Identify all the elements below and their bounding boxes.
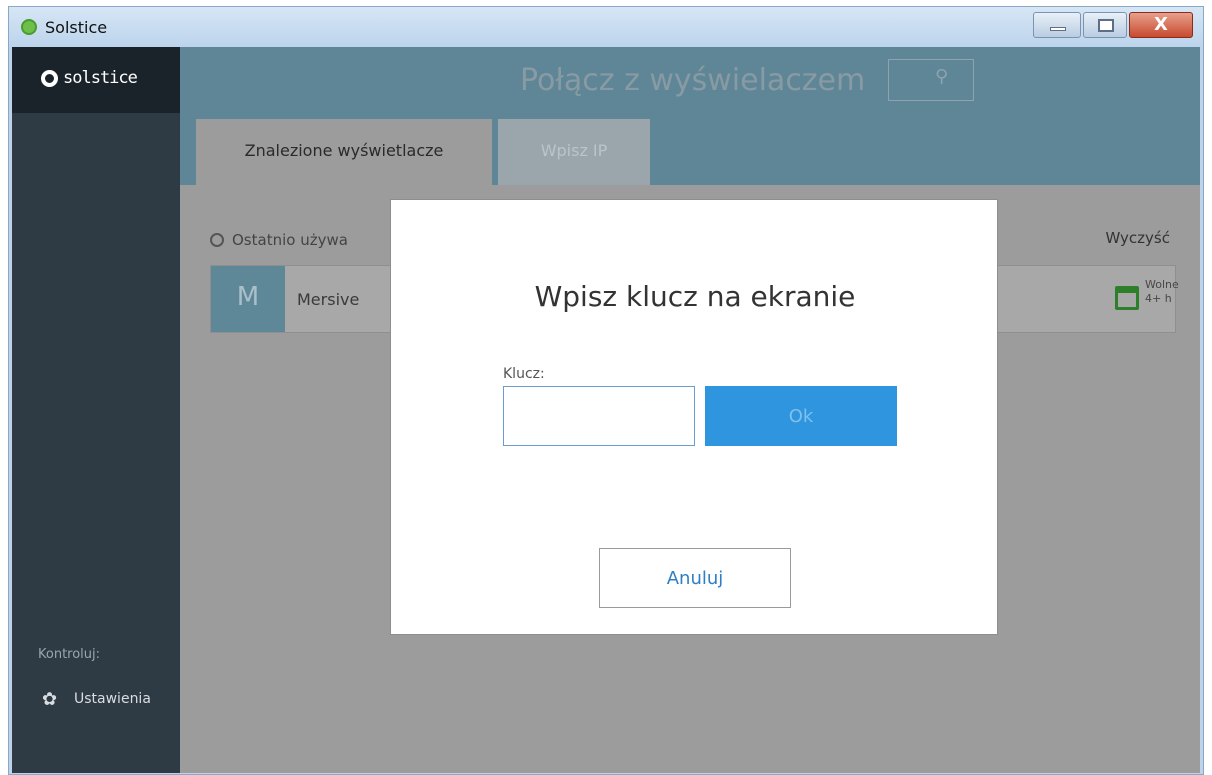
availability-status: Wolne 4+ h [1145, 278, 1179, 306]
header-bar: Połącz z wyświelaczem ⚲ [180, 47, 1200, 119]
availability-line-2: 4+ h [1145, 292, 1172, 305]
control-section-label: Kontroluj: [38, 647, 101, 662]
key-entry-dialog: Wpisz klucz na ekranie Klucz: Ok Anuluj [390, 199, 998, 635]
minimize-icon [1050, 27, 1066, 31]
close-icon: X [1154, 14, 1168, 35]
title-bar[interactable]: Solstice X [9, 7, 1203, 47]
key-field-label: Klucz: [503, 366, 545, 382]
recent-label: Ostatnio używa [232, 231, 348, 249]
recent-header: Ostatnio używa [210, 231, 348, 249]
sidebar-item-settings[interactable]: ✿ Ustawienia [30, 683, 178, 717]
clock-icon [210, 233, 224, 247]
minimize-button[interactable] [1033, 12, 1081, 38]
ok-button[interactable]: Ok [705, 386, 897, 446]
logo-area: solstice [12, 47, 180, 113]
gear-icon: ✿ [42, 689, 58, 710]
tab-found-displays[interactable]: Znalezione wyświetlacze [196, 119, 492, 185]
search-button[interactable]: ⚲ [888, 59, 974, 101]
calendar-icon [1115, 286, 1139, 310]
display-name: Mersive [297, 290, 360, 309]
page-title: Połącz z wyświelaczem [520, 63, 866, 98]
app-logo-icon [21, 19, 37, 35]
search-icon: ⚲ [935, 66, 949, 87]
sidebar-item-label: Ustawienia [74, 691, 151, 707]
display-avatar: M [211, 266, 285, 332]
cancel-button[interactable]: Anuluj [599, 548, 791, 608]
solstice-logo-icon [41, 70, 58, 87]
dialog-title: Wpisz klucz na ekranie [534, 280, 856, 313]
close-button[interactable]: X [1129, 12, 1193, 38]
clear-button[interactable]: Wyczyść [1105, 229, 1170, 247]
window-title: Solstice [45, 18, 108, 37]
logo-text: solstice [63, 68, 138, 88]
availability-line-1: Wolne [1145, 278, 1179, 291]
key-input[interactable] [503, 386, 695, 446]
maximize-button[interactable] [1083, 12, 1127, 38]
tab-bar: Znalezione wyświetlacze Wpisz IP [180, 119, 1200, 185]
app-window: Solstice X solstice Kontroluj: ✿ Ustawie… [8, 6, 1204, 775]
app-client-area: solstice Kontroluj: ✿ Ustawienia Połącz … [12, 47, 1200, 773]
sidebar: solstice Kontroluj: ✿ Ustawienia [12, 47, 180, 773]
maximize-icon [1098, 19, 1114, 32]
tab-enter-ip[interactable]: Wpisz IP [498, 119, 650, 185]
